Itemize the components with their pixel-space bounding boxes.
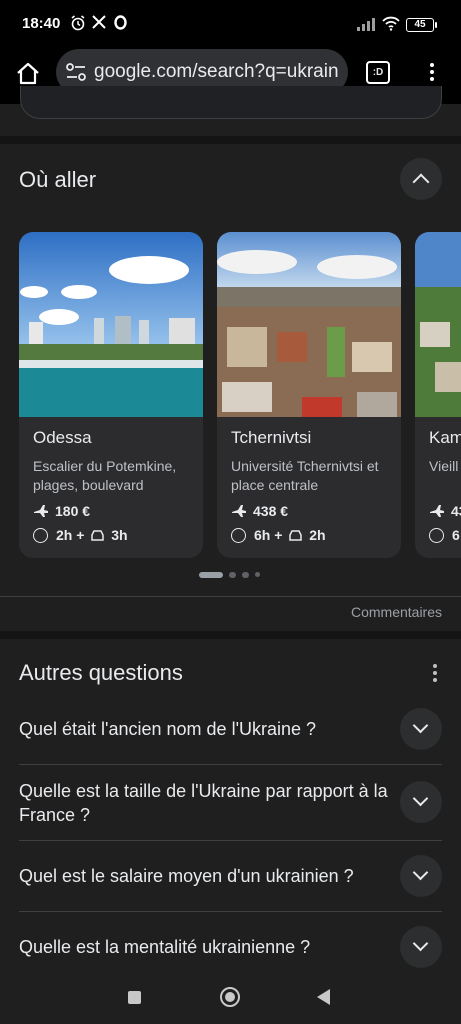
pager-dot [255, 572, 260, 577]
home-button[interactable] [220, 987, 240, 1007]
price-value: 43 [451, 503, 461, 519]
more-options-icon[interactable] [432, 664, 438, 682]
plane-icon [232, 505, 246, 517]
destination-description: Vieill [429, 458, 459, 474]
chevron-down-icon [412, 717, 429, 734]
flight-price: 180 € [33, 503, 90, 519]
car-icon [289, 530, 303, 541]
pager-dot [229, 572, 236, 578]
expand-button[interactable] [400, 926, 442, 968]
section-separator [0, 631, 461, 639]
expand-button[interactable] [400, 708, 442, 750]
destination-card-tchernivtsi[interactable]: Tchernivtsi Université Tchernivtsi et pl… [217, 232, 401, 558]
flight-price: 438 € [231, 503, 288, 519]
recents-button[interactable] [128, 991, 141, 1004]
home-icon[interactable] [14, 60, 42, 88]
question-item[interactable]: Quelle est la taille de l'Ukraine par ra… [19, 779, 389, 827]
x-logo-icon [92, 15, 106, 32]
destination-image [19, 232, 203, 417]
divider [19, 840, 442, 841]
price-value: 438 € [253, 503, 289, 519]
url-text[interactable]: google.com/search?q=ukrain [94, 61, 342, 83]
destination-name: Kam [429, 428, 461, 447]
signal-icon [357, 18, 375, 31]
flight-duration: 6h + [254, 527, 283, 543]
section-title-other-questions: Autres questions [19, 660, 183, 685]
divider [0, 596, 461, 597]
flight-price: 43 [429, 503, 461, 519]
destination-description: Escalier du Potemkine, plages, boulevard [33, 458, 177, 493]
collapse-button[interactable] [400, 158, 442, 200]
wifi-icon [382, 16, 400, 31]
expand-button[interactable] [400, 855, 442, 897]
question-item[interactable]: Quel était l'ancien nom de l'Ukraine ? [19, 717, 389, 741]
question-item[interactable]: Quelle est la mentalité ukrainienne ? [19, 935, 389, 959]
destination-name: Tchernivtsi [231, 428, 312, 447]
battery-indicator: 45 [406, 18, 437, 32]
destination-image [217, 232, 401, 417]
chevron-down-icon [412, 864, 429, 881]
back-button[interactable] [317, 989, 330, 1005]
destination-card-partial[interactable]: Kam Vieill 43 6 [415, 232, 461, 558]
drive-duration: 2h [309, 527, 326, 543]
drive-duration: 3h [111, 527, 128, 543]
destination-card-odessa[interactable]: Odessa Escalier du Potemkine, plages, bo… [19, 232, 203, 558]
pager-dot [242, 572, 249, 578]
status-time: 18:40 [22, 15, 61, 32]
opera-icon [114, 15, 127, 33]
chevron-up-icon [412, 173, 430, 191]
car-icon [91, 530, 105, 541]
plane-icon [430, 505, 444, 517]
system-navigation-bar [0, 970, 461, 1024]
section-separator [0, 136, 461, 144]
pager-dot-active [199, 572, 223, 578]
price-value: 180 € [55, 503, 91, 519]
clock-icon [231, 528, 246, 543]
travel-time: 6 [429, 527, 460, 543]
tune-icon[interactable] [66, 61, 86, 83]
divider [19, 911, 442, 912]
flight-duration: 6 [452, 527, 460, 543]
question-item[interactable]: Quel est le salaire moyen d'un ukrainien… [19, 864, 389, 888]
expand-button[interactable] [400, 781, 442, 823]
travel-time: 6h + 2h [231, 527, 326, 543]
menu-icon[interactable] [420, 60, 444, 84]
flight-duration: 2h + [56, 527, 85, 543]
alarm-icon [70, 15, 86, 34]
clock-icon [429, 528, 444, 543]
status-bar: 18:40 45 [0, 0, 461, 48]
destination-image [415, 232, 461, 417]
travel-time: 2h + 3h [33, 527, 128, 543]
plane-icon [34, 505, 48, 517]
previous-card-bottom [20, 86, 442, 119]
feedback-link[interactable]: Commentaires [351, 604, 442, 620]
divider [19, 764, 442, 765]
destination-description: Université Tchernivtsi et place centrale [231, 458, 379, 493]
section-title-where-to-go: Où aller [19, 167, 97, 192]
chevron-down-icon [412, 935, 429, 952]
tabs-icon[interactable]: :D [366, 61, 390, 84]
chevron-down-icon [412, 790, 429, 807]
clock-icon [33, 528, 48, 543]
destination-name: Odessa [33, 428, 92, 447]
